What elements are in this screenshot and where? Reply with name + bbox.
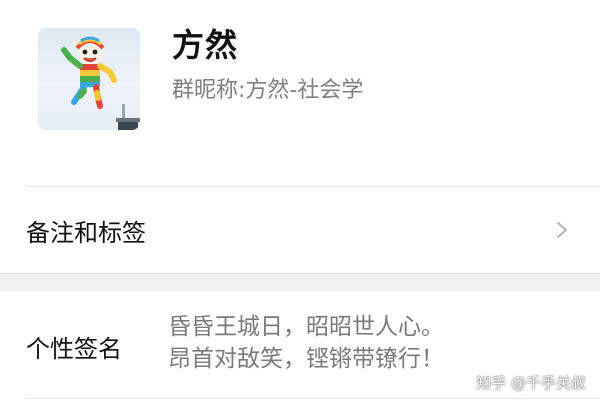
remark-tags-label: 备注和标签	[26, 219, 146, 247]
profile-header: 方然 群昵称:方然-社会学	[0, 0, 600, 186]
chevron-right-icon	[557, 222, 567, 238]
signature-label: 个性签名	[26, 335, 122, 363]
signature-text: 昏昏王城日，昭昭世人心。 昂首对敌笑，铿锵带镣行！	[168, 311, 568, 375]
contact-name: 方然	[172, 26, 239, 64]
watermark: 知乎 @千手关叔	[476, 374, 586, 392]
divider	[26, 398, 600, 399]
group-nickname: 群昵称:方然-社会学	[172, 72, 363, 104]
group-nickname-label: 群昵称:	[172, 78, 246, 103]
remark-tags-row[interactable]: 备注和标签	[0, 187, 600, 273]
signature-line: 昏昏王城日，昭昭世人心。	[168, 314, 444, 340]
avatar[interactable]	[38, 28, 140, 130]
signature-line: 昂首对敌笑，铿锵带镣行！	[168, 346, 444, 372]
contact-profile-page: 方然 群昵称:方然-社会学 备注和标签 个性签名 昏昏王城日，昭昭世人心。 昂首…	[0, 0, 600, 408]
mascot-image	[61, 36, 140, 130]
group-nickname-value: 方然-社会学	[245, 78, 364, 103]
section-separator	[0, 273, 600, 291]
